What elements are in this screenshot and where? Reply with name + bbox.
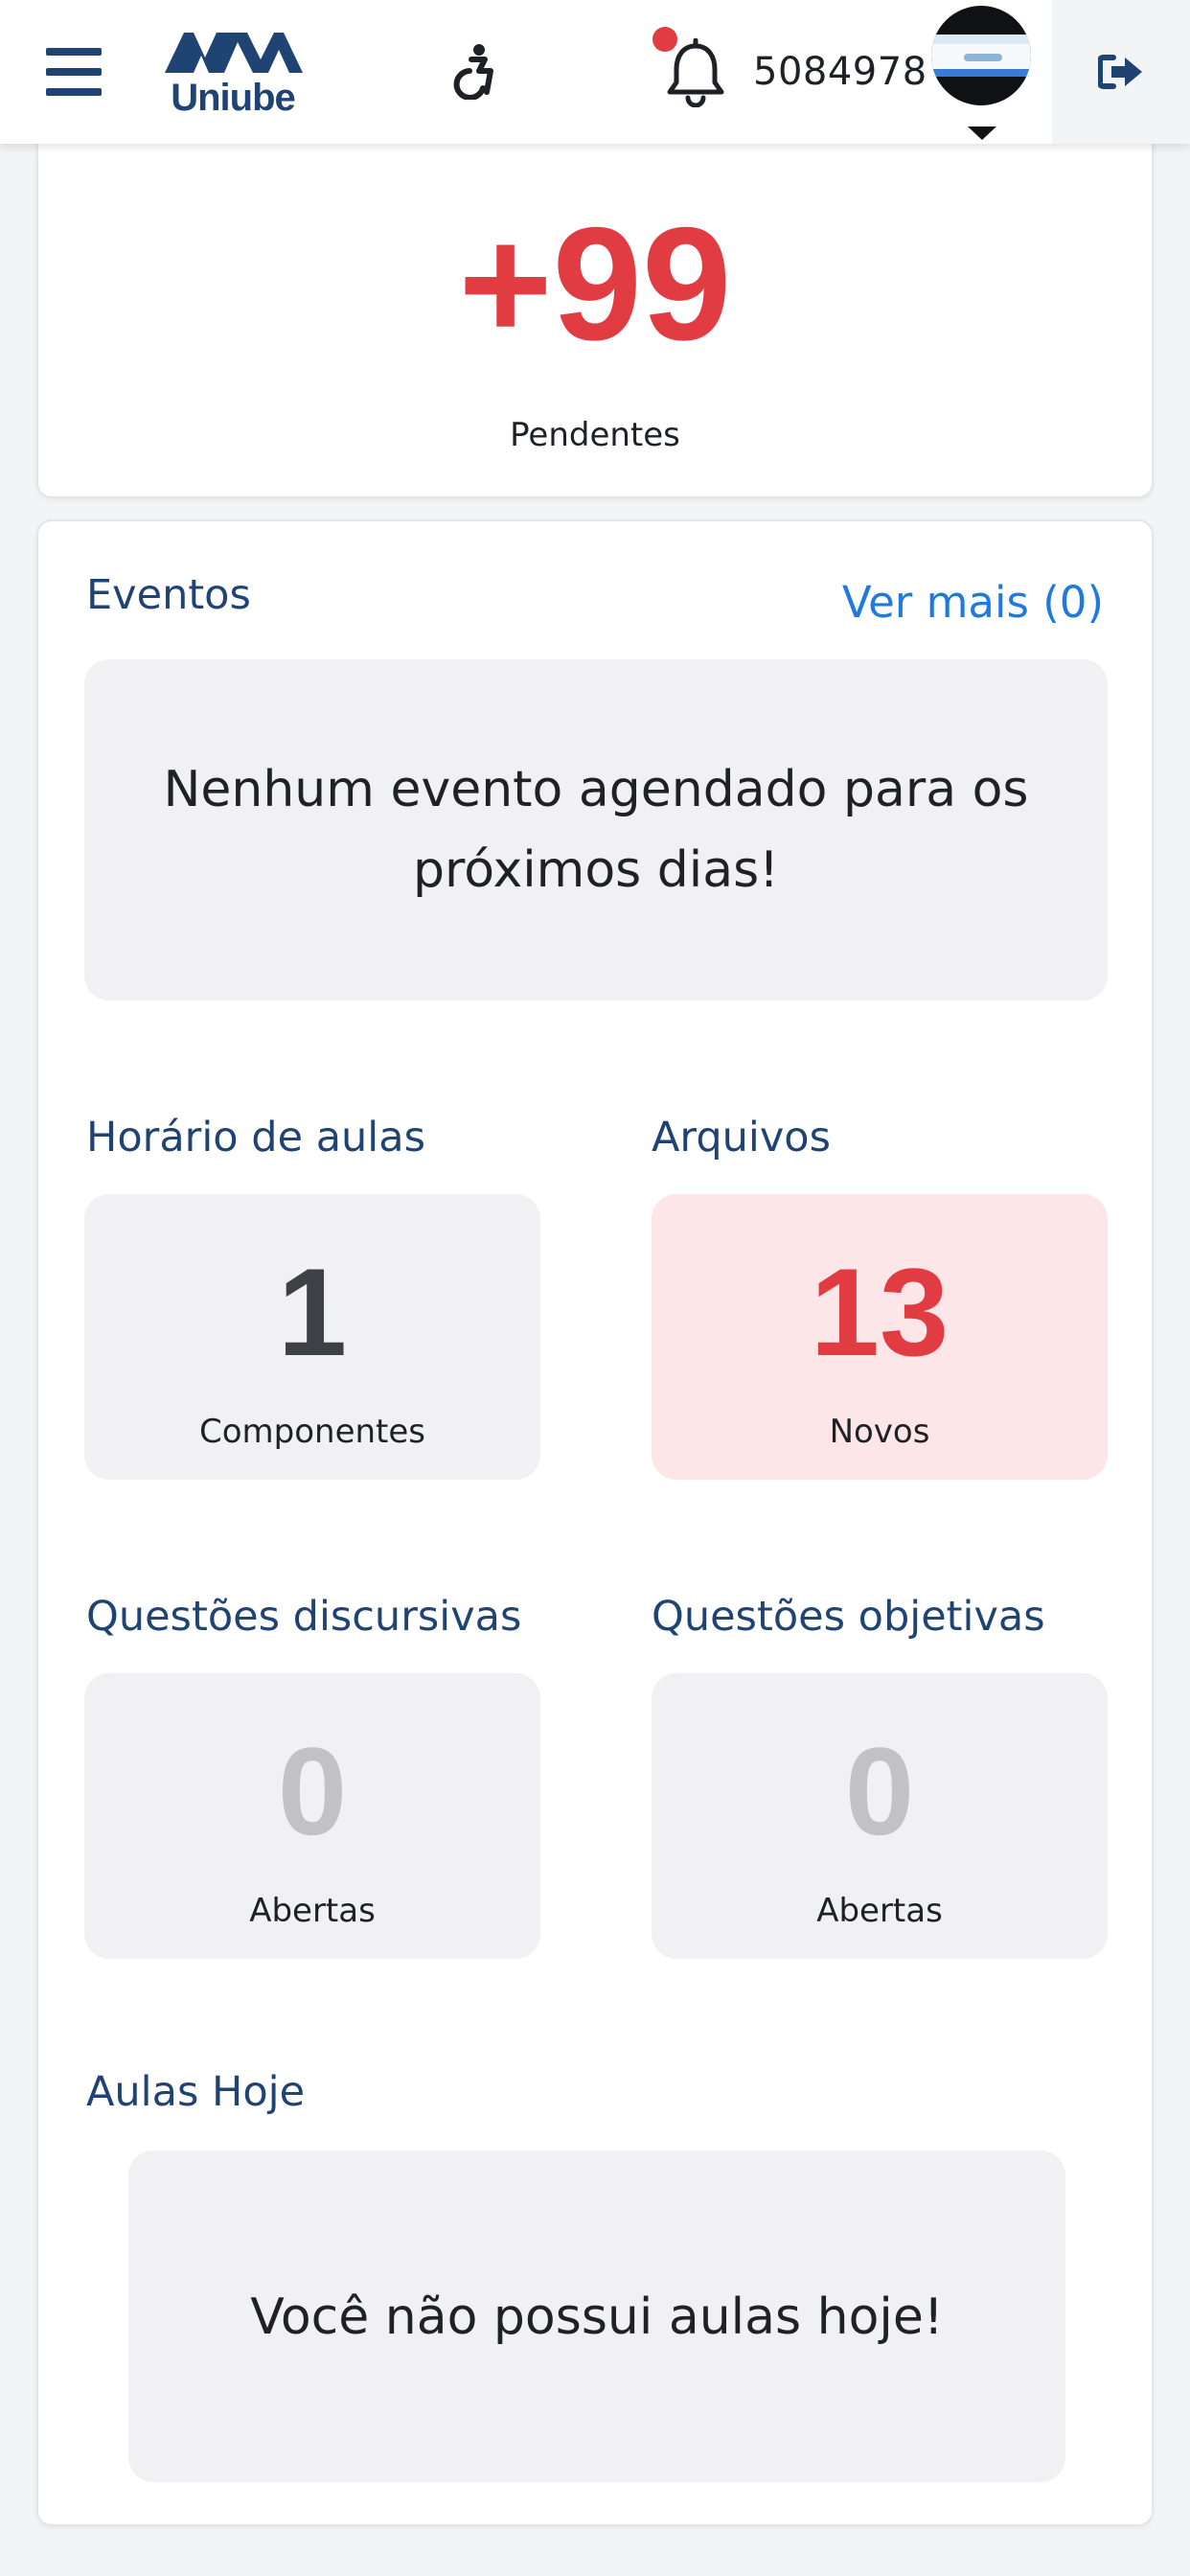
pending-summary-card: +99 Pendentes: [36, 115, 1154, 498]
files-tile[interactable]: 13 Novos: [652, 1194, 1108, 1480]
caret-down-icon[interactable]: [968, 126, 996, 140]
objective-questions-label: Abertas: [816, 1892, 943, 1930]
essay-questions-label: Abertas: [249, 1892, 376, 1930]
user-id: 5084978: [753, 50, 927, 94]
notification-badge-dot: [652, 27, 677, 52]
objective-questions-title: Questões objetivas: [652, 1593, 1045, 1641]
pending-count: +99: [458, 194, 732, 374]
objective-questions-count: 0: [844, 1721, 915, 1861]
sign-out-icon: [1098, 55, 1142, 89]
events-title: Eventos: [86, 571, 251, 619]
avatar-image: [931, 34, 1031, 77]
objective-questions-tile[interactable]: 0 Abertas: [652, 1673, 1108, 1959]
essay-questions-title: Questões discursivas: [86, 1593, 522, 1641]
logout-button[interactable]: [1052, 0, 1190, 144]
files-title: Arquivos: [652, 1114, 831, 1162]
schedule-count: 1: [277, 1242, 348, 1382]
schedule-label: Componentes: [198, 1413, 426, 1451]
classes-today-empty-message: Você não possui aulas hoje!: [250, 2288, 944, 2346]
files-count: 13: [810, 1242, 950, 1382]
events-empty-box: Nenhum evento agendado para os próximos …: [84, 659, 1108, 1000]
schedule-title: Horário de aulas: [86, 1114, 425, 1162]
events-see-more-link[interactable]: Ver mais (0): [842, 577, 1104, 628]
pending-label: Pendentes: [510, 416, 680, 454]
notifications-button[interactable]: [648, 27, 728, 113]
avatar[interactable]: [931, 6, 1031, 105]
files-label: Novos: [829, 1413, 930, 1451]
ava-logo-mark: [165, 33, 303, 73]
classes-today-empty-box: Você não possui aulas hoje!: [128, 2150, 1065, 2482]
classes-today-title: Aulas Hoje: [86, 2068, 306, 2116]
events-empty-message-line1: Nenhum evento agendado para os: [163, 761, 1029, 818]
essay-questions-tile[interactable]: 0 Abertas: [84, 1673, 540, 1959]
bell-icon: [667, 38, 724, 107]
wheelchair-accessibility-icon[interactable]: [450, 44, 500, 101]
hamburger-menu-icon[interactable]: [46, 48, 102, 96]
top-navigation-bar: Uniube 5084978: [0, 0, 1190, 144]
logo-text: Uniube: [171, 77, 296, 119]
ava-uniube-logo[interactable]: Uniube: [161, 27, 305, 119]
essay-questions-count: 0: [277, 1721, 348, 1861]
events-empty-message-line2: próximos dias!: [412, 841, 780, 899]
schedule-tile[interactable]: 1 Componentes: [84, 1194, 540, 1480]
dashboard-card: Eventos Ver mais (0) Nenhum evento agend…: [36, 519, 1154, 2526]
